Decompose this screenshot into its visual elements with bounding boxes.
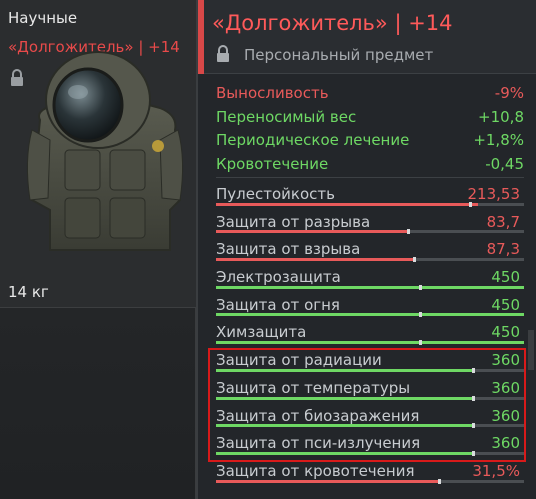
stat-bar: [216, 201, 524, 207]
header-accent-bar: [198, 0, 204, 74]
effect-label: Переносимый вес: [216, 107, 357, 126]
stat-bar: [216, 284, 524, 290]
tooltip-subtitle: Персональный предмет: [244, 46, 434, 64]
stat-row: Электрозащита 450: [216, 263, 524, 291]
lock-icon: [217, 45, 229, 62]
stat-row: Пулестойкость 213,53: [216, 180, 524, 208]
stat-value: 83,7: [486, 212, 520, 231]
effects-list: Выносливость -9% Переносимый вес +10,8 Перио…: [216, 82, 524, 176]
effect-row: Переносимый вес +10,8: [216, 106, 524, 130]
stat-bar-fill: [216, 285, 524, 289]
stat-bar-marker: [437, 478, 441, 484]
effect-value: +1,8%: [473, 131, 524, 149]
item-category: Научные: [8, 9, 78, 27]
stat-bar: [216, 257, 524, 263]
stat-bar-fill: [216, 230, 407, 234]
effect-label: Кровотечение: [216, 154, 329, 173]
stat-bar-fill: [216, 341, 524, 345]
stat-label: Защита от огня: [216, 295, 340, 314]
highlight-box: [208, 348, 526, 462]
stat-value: 450: [491, 268, 520, 287]
effect-value: +10,8: [478, 107, 524, 126]
armor-suit-image: [26, 51, 184, 251]
stat-bar: [216, 312, 524, 318]
effect-label: Периодическое лечение: [216, 131, 410, 149]
stat-bar-fill: [216, 202, 478, 206]
stat-bar-marker: [419, 312, 423, 318]
effect-row: Выносливость -9%: [216, 82, 524, 106]
stat-bar-marker: [406, 229, 410, 235]
stat-label: Защита от разрыва: [216, 212, 371, 231]
effect-row: Кровотечение -0,45: [216, 153, 524, 177]
stat-label: Защита от взрыва: [216, 240, 361, 259]
stat-row: Защита от огня 450: [216, 291, 524, 319]
stat-bar: [216, 340, 524, 346]
tooltip-header: «Долгожитель» | +14 Персональный предмет: [198, 0, 536, 74]
effect-value: -9%: [494, 84, 524, 102]
stat-bar: [216, 478, 524, 484]
effect-value: -0,45: [485, 154, 524, 173]
stat-value: 87,3: [486, 240, 520, 259]
item-card[interactable]: Научные «Долгожитель» | +14 14 кг: [0, 0, 196, 499]
stat-bar-marker: [419, 340, 423, 346]
effect-row: Периодическое лечение +1,8%: [216, 129, 524, 153]
stat-bar-fill: [216, 258, 414, 262]
stat-bar-marker: [413, 257, 417, 263]
stat-label: Пулестойкость: [216, 185, 335, 203]
stat-bar-fill: [216, 479, 438, 483]
scrollbar[interactable]: [528, 330, 534, 370]
divider: [216, 177, 524, 178]
stat-value: 31,5%: [472, 461, 520, 480]
stat-value: 450: [491, 323, 520, 342]
stat-bar-marker: [468, 201, 472, 207]
stat-row: Защита от разрыва 83,7: [216, 208, 524, 236]
stat-bar-marker: [419, 284, 423, 290]
item-weight: 14 кг: [8, 283, 49, 301]
tooltip-title: «Долгожитель» | +14: [212, 11, 453, 35]
effect-label: Выносливость: [216, 84, 329, 102]
stat-bar-fill: [216, 313, 524, 317]
stat-row: Защита от взрыва 87,3: [216, 235, 524, 263]
stat-value: 213,53: [467, 185, 521, 203]
stat-value: 450: [491, 295, 520, 314]
stat-label: Электрозащита: [216, 268, 341, 287]
stat-row: Химзащита 450: [216, 318, 524, 346]
stat-label: Химзащита: [216, 323, 307, 342]
stat-bar: [216, 229, 524, 235]
stat-label: Защита от кровотечения: [216, 461, 415, 480]
